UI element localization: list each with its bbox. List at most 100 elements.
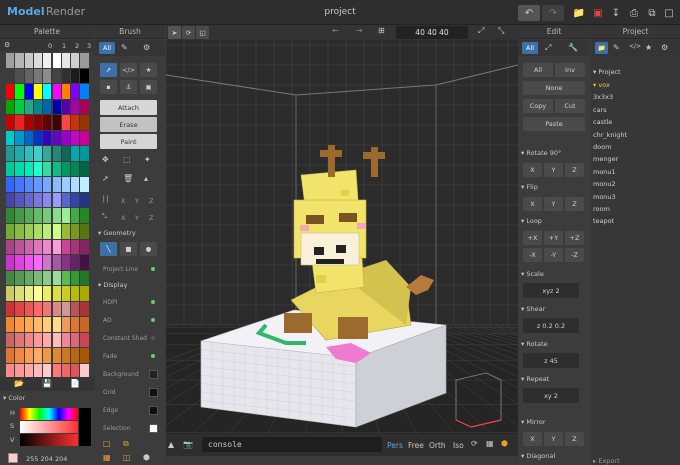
palette-settings-icon[interactable]: ⚙ (4, 41, 10, 49)
palette-swatch[interactable] (6, 99, 15, 115)
repeat-input[interactable]: xy 2 (523, 388, 579, 403)
palette-swatch[interactable] (61, 192, 71, 208)
star-brush-icon[interactable]: ★ (140, 63, 157, 77)
palette-swatch[interactable] (6, 84, 15, 99)
loop-plus-x[interactable]: +X (523, 231, 542, 245)
palette-swatch[interactable] (71, 255, 80, 270)
palette-swatch[interactable] (6, 286, 15, 301)
palette-swatch[interactable] (6, 192, 15, 208)
mirror-y[interactable]: Y (135, 197, 139, 205)
palette-swatch[interactable] (15, 130, 24, 146)
palette-swatch[interactable] (43, 192, 52, 208)
box-icon[interactable]: ⬢ (501, 439, 508, 448)
palette-swatch[interactable] (6, 68, 15, 84)
shear-section[interactable]: ▾ Shear (521, 305, 545, 313)
expand-icon[interactable]: ⤡ (498, 26, 504, 36)
select-none-button[interactable]: None (523, 81, 585, 95)
palette-swatch[interactable] (33, 130, 43, 146)
palette-swatch[interactable] (43, 115, 52, 130)
shrink-icon[interactable]: ⤢ (478, 26, 484, 36)
palette-swatch[interactable] (6, 130, 15, 146)
palette-swatch[interactable] (15, 68, 24, 84)
palette-swatch[interactable] (15, 239, 24, 255)
palette-swatch[interactable] (6, 115, 15, 130)
display-section[interactable]: ▾ Display (98, 281, 127, 289)
palette-swatch[interactable] (15, 115, 24, 130)
rotate90-z[interactable]: Z (565, 163, 584, 177)
palette-swatch[interactable] (80, 161, 89, 177)
copy-file-icon[interactable]: ⧉ (643, 5, 661, 21)
palette-swatch[interactable] (43, 301, 52, 317)
palette-swatch[interactable] (80, 192, 89, 208)
palette-swatch[interactable] (15, 53, 24, 68)
redo-icon[interactable]: ↷ (542, 5, 564, 21)
palette-swatch[interactable] (24, 270, 33, 286)
palette-swatch[interactable] (6, 161, 15, 177)
palette-swatch[interactable] (6, 177, 15, 192)
diagonal-mirror-icon[interactable]: ⤡ (102, 213, 107, 221)
box-brush-icon[interactable]: ▣ (140, 80, 157, 94)
palette-swatch[interactable] (52, 146, 61, 161)
palette-swatch[interactable] (15, 99, 24, 115)
project-file-item[interactable]: cars (593, 106, 607, 114)
palette-swatch[interactable] (24, 332, 33, 348)
reset-view-icon[interactable]: ⟳ (471, 439, 478, 448)
palette-swatch[interactable] (52, 84, 61, 99)
console-input[interactable]: console (202, 437, 382, 452)
palette-swatch[interactable] (24, 223, 33, 239)
palette-swatch[interactable] (61, 146, 71, 161)
palette-swatch[interactable] (52, 208, 61, 223)
mirror-z[interactable]: Z (149, 197, 153, 205)
palette-swatch[interactable] (24, 286, 33, 301)
view-free[interactable]: Free (408, 441, 424, 450)
palette-swatch[interactable] (71, 161, 80, 177)
palette-swatch[interactable] (33, 146, 43, 161)
palette-swatch[interactable] (71, 84, 80, 99)
edit-all-tab[interactable]: All (522, 42, 538, 54)
save-icon[interactable]: ▣ (589, 5, 607, 21)
palette-swatch[interactable] (71, 223, 80, 239)
palette-swatch[interactable] (24, 130, 33, 146)
palette-swatch[interactable] (52, 130, 61, 146)
palette-swatch[interactable] (6, 223, 15, 239)
mirror-section[interactable]: ▾ Mirror (521, 418, 546, 426)
saturation-slider[interactable] (20, 421, 78, 433)
palette-swatch[interactable] (24, 255, 33, 270)
rotate-input[interactable]: z 45 (523, 353, 579, 368)
palette-swatch[interactable] (80, 53, 89, 68)
palette-swatch[interactable] (61, 239, 71, 255)
palette-swatch[interactable] (33, 84, 43, 99)
palette-swatch[interactable] (6, 255, 15, 270)
palette-swatch[interactable] (52, 223, 61, 239)
edit-transform-icon[interactable]: ⤢ (545, 43, 551, 53)
crop-icon[interactable]: ⊞ (378, 26, 385, 35)
palette-swatch[interactable] (61, 301, 71, 317)
frame-icon[interactable]: ▦ (486, 439, 494, 448)
palette-swatch[interactable] (71, 286, 80, 301)
palette-swatch[interactable] (80, 301, 89, 317)
mirror-x[interactable]: X (121, 197, 125, 205)
layers-icon[interactable]: ⧉ (123, 439, 129, 449)
rotate90-y[interactable]: Y (544, 163, 563, 177)
palette-swatch[interactable] (52, 177, 61, 192)
palette-swatch[interactable] (43, 270, 52, 286)
palette-swatch[interactable] (80, 177, 89, 192)
palette-swatch[interactable] (52, 332, 61, 348)
mirror-icon[interactable]: ││ (102, 196, 109, 203)
project-file-item[interactable]: castle (593, 118, 612, 126)
brush-all-tab[interactable]: All (99, 42, 115, 54)
palette-swatch[interactable] (15, 332, 24, 348)
palette-swatch[interactable] (43, 84, 52, 99)
palette-swatch[interactable] (61, 68, 71, 84)
loop-minus-y[interactable]: -Y (544, 248, 563, 262)
palette-swatch[interactable] (61, 255, 71, 270)
palette-swatch[interactable] (80, 332, 89, 348)
cube-icon[interactable]: ◫ (123, 453, 131, 462)
flip-y[interactable]: Y (544, 197, 563, 211)
palette-swatch[interactable] (33, 348, 43, 363)
palette-swatch[interactable] (24, 192, 33, 208)
project-folder-icon[interactable]: 📁 (595, 42, 608, 54)
palette-swatch[interactable] (80, 130, 89, 146)
move-icon[interactable]: ✥ (102, 155, 109, 164)
paint-button[interactable]: Paint (100, 134, 157, 149)
